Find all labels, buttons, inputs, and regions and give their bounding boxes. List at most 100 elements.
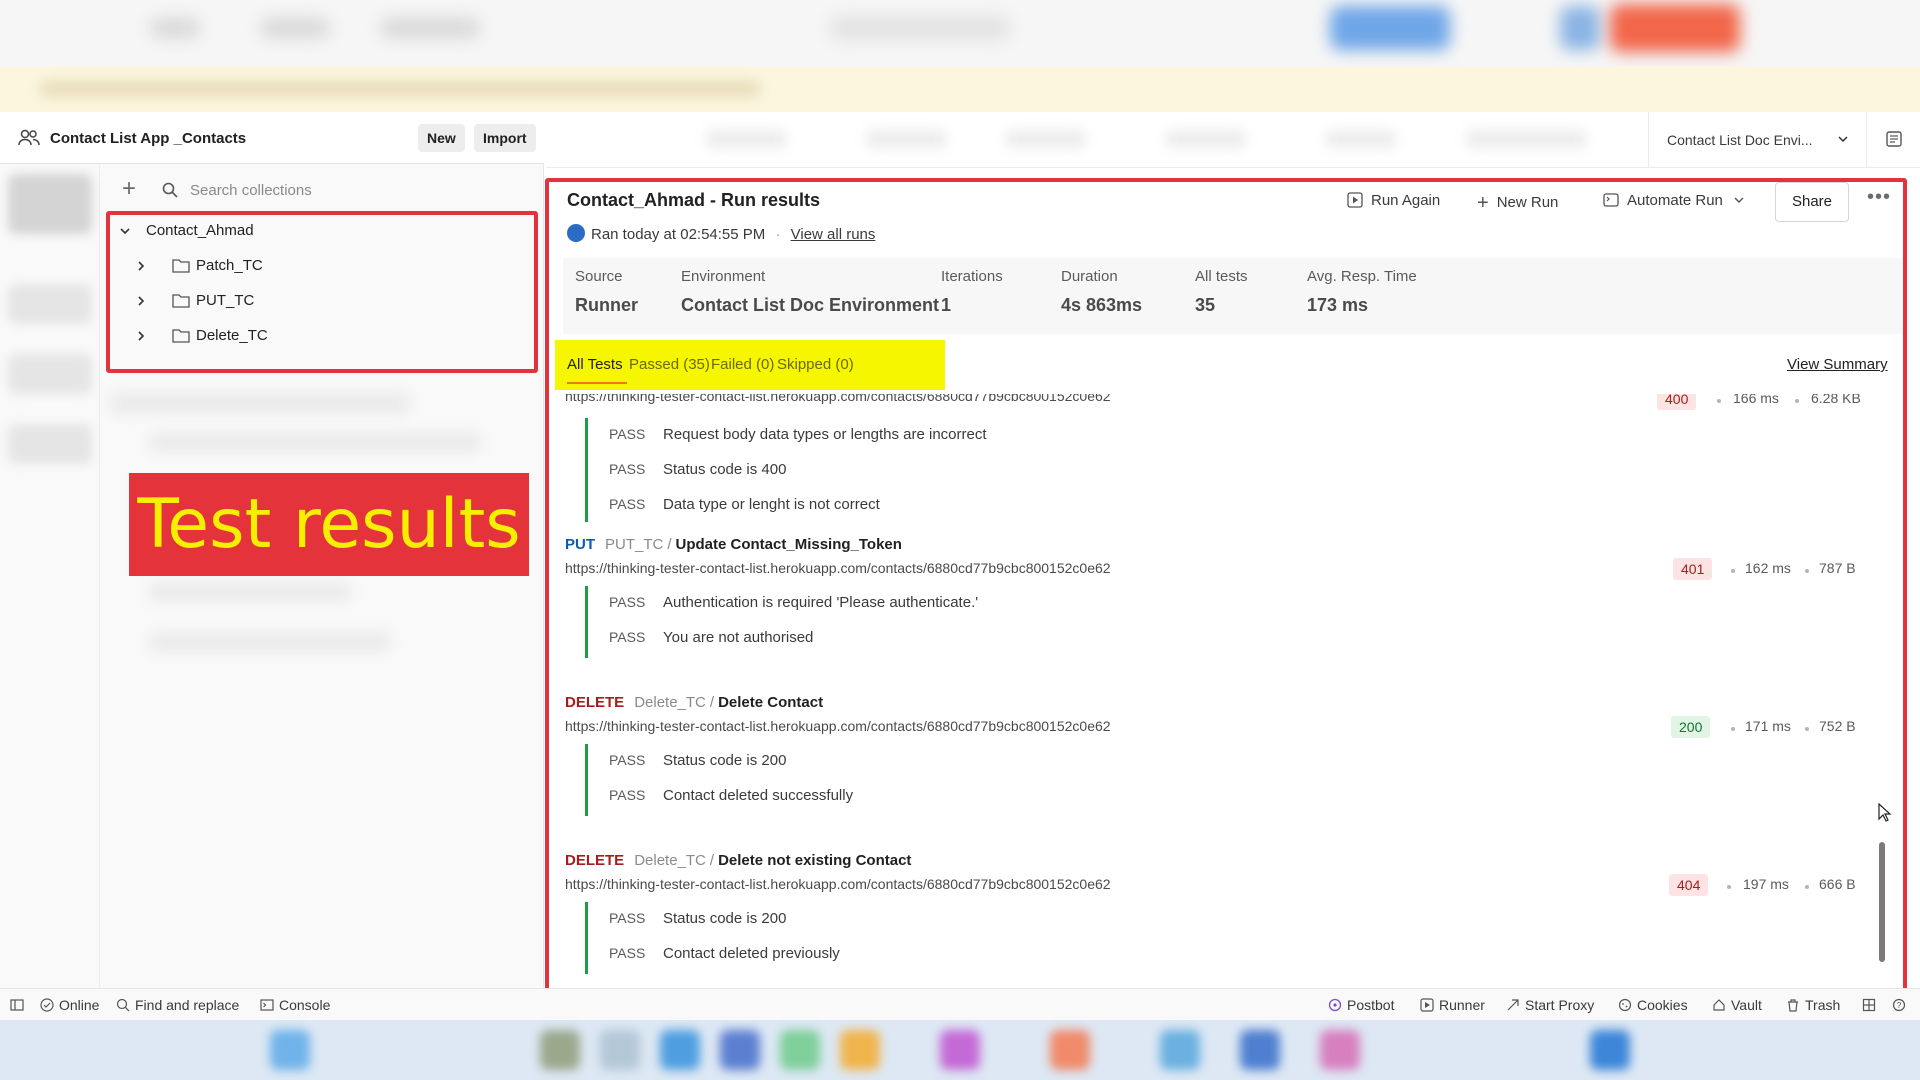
folder-name: PUT_TC — [196, 292, 255, 309]
request-url: https://thinking-tester-contact-list.her… — [565, 560, 1111, 576]
status-badge: 401 — [1673, 558, 1713, 580]
folder-item[interactable]: PUT_TC — [134, 286, 514, 316]
test-name: Authentication is required 'Please authe… — [663, 594, 979, 611]
folder-item[interactable]: Delete_TC — [134, 321, 514, 351]
test-name: Status code is 400 — [663, 461, 787, 478]
test-results-label: Test results — [129, 473, 529, 576]
new-button[interactable]: New — [418, 124, 465, 152]
folder-icon — [172, 294, 190, 308]
toggle-sidebar-button[interactable] — [10, 997, 29, 1013]
play-icon — [1347, 192, 1363, 208]
test-result: PASS — [609, 945, 646, 961]
start-proxy-button[interactable]: Start Proxy — [1506, 997, 1594, 1013]
environment-selector[interactable]: Contact List Doc Envi... — [1648, 112, 1866, 168]
tab-failed[interactable]: Failed (0) — [711, 356, 774, 373]
play-icon — [1420, 998, 1434, 1012]
run-meta: Ran today at 02:54:55 PM · View all runs — [567, 224, 875, 243]
request-folder: Delete_TC — [634, 694, 706, 711]
environment-quicklook-button[interactable] — [1866, 112, 1920, 168]
pass-bar — [585, 586, 588, 658]
stat-value: Runner — [575, 295, 638, 315]
cookies-button[interactable]: Cookies — [1618, 997, 1688, 1013]
method-label: DELETE — [565, 852, 625, 869]
new-run-label: New Run — [1496, 194, 1559, 211]
postbot-button[interactable]: Postbot — [1328, 997, 1394, 1013]
online-status[interactable]: Online — [40, 997, 99, 1013]
request-header[interactable]: DELETE Delete_TC / Delete Contact — [565, 694, 823, 711]
trash-button[interactable]: Trash — [1786, 997, 1840, 1013]
path-separator: / — [667, 536, 672, 553]
view-all-runs-link[interactable]: View all runs — [791, 226, 876, 243]
cookie-icon — [1618, 998, 1632, 1012]
collection-item[interactable]: Contact_Ahmad — [118, 216, 518, 246]
search-placeholder: Search collections — [190, 182, 312, 199]
help-icon: ? — [1892, 998, 1906, 1012]
search-input[interactable]: Search collections — [148, 174, 536, 206]
stat-label: Source — [575, 268, 623, 285]
search-icon — [116, 998, 130, 1012]
stat-label: All tests — [1195, 268, 1248, 285]
test-result: PASS — [609, 426, 646, 442]
vault-label: Vault — [1731, 997, 1762, 1013]
new-run-button[interactable]: + New Run — [1477, 192, 1558, 215]
test-result: PASS — [609, 461, 646, 477]
share-button[interactable]: Share — [1775, 182, 1849, 222]
test-row: PASS Contact deleted successfully — [609, 787, 853, 804]
scrollbar-thumb[interactable] — [1879, 842, 1885, 962]
grid-icon — [1862, 998, 1876, 1012]
folder-item[interactable]: Patch_TC — [134, 251, 514, 281]
test-name: Status code is 200 — [663, 752, 787, 769]
runner-icon — [567, 224, 585, 242]
check-circle-icon — [40, 998, 54, 1012]
separator-dot — [1805, 727, 1809, 731]
proxy-icon — [1507, 999, 1519, 1011]
layout-button[interactable] — [1862, 997, 1881, 1013]
request-url: https://thinking-tester-contact-list.her… — [565, 876, 1111, 892]
help-button[interactable]: ? — [1892, 997, 1911, 1013]
test-row: PASS Authentication is required 'Please a… — [609, 594, 978, 611]
run-results-panel: Contact_Ahmad - Run results Run Again + N… — [545, 178, 1907, 1018]
separator-dot — [1805, 569, 1809, 573]
tab-all-tests[interactable]: All Tests — [567, 356, 623, 373]
workspace-title: Contact List App _Contacts — [50, 130, 247, 147]
tab-skipped[interactable]: Skipped (0) — [777, 356, 854, 373]
test-result: PASS — [609, 910, 646, 926]
import-button[interactable]: Import — [474, 124, 536, 152]
filter-tabs: All Tests Passed (35) Failed (0) Skipped… — [555, 340, 945, 390]
runner-button[interactable]: Runner — [1420, 997, 1485, 1013]
add-collection-button[interactable]: + — [116, 177, 142, 203]
automate-run-label: Automate Run — [1627, 192, 1723, 209]
separator-dot — [1727, 885, 1731, 889]
stat-duration: Duration 4s 863ms — [1061, 268, 1142, 316]
response-time: 166 ms — [1733, 394, 1779, 406]
cookies-label: Cookies — [1637, 997, 1688, 1013]
test-name: Contact deleted successfully — [663, 787, 854, 804]
more-options-icon[interactable]: ••• — [1867, 186, 1891, 209]
status-bar: Online Find and replace Console Postbot … — [0, 988, 1920, 1020]
request-header[interactable]: PUT PUT_TC / Update Contact_Missing_Token — [565, 536, 902, 553]
test-row: PASS Status code is 200 — [609, 752, 786, 769]
chevron-right-icon — [138, 331, 145, 341]
mouse-cursor-icon — [1878, 803, 1892, 822]
automate-run-button[interactable]: Automate Run — [1603, 192, 1745, 209]
response-size: 787 B — [1819, 560, 1856, 576]
test-result: PASS — [609, 629, 646, 645]
tab-passed[interactable]: Passed (35) — [629, 356, 710, 373]
response-time: 197 ms — [1743, 876, 1789, 892]
response-size: 666 B — [1819, 876, 1856, 892]
vault-icon — [1713, 999, 1725, 1011]
stat-iterations: Iterations 1 — [941, 268, 1003, 316]
vault-button[interactable]: Vault — [1712, 997, 1762, 1013]
console-button[interactable]: Console — [260, 997, 330, 1013]
status-badge: 400 — [1657, 394, 1697, 410]
test-name: Request body data types or lengths are i… — [663, 426, 987, 443]
test-row: PASS Contact deleted previously — [609, 945, 840, 962]
status-badge: 404 — [1669, 874, 1709, 896]
status-badge: 200 — [1671, 716, 1711, 738]
run-again-button[interactable]: Run Again — [1347, 192, 1440, 209]
run-timestamp: Ran today at 02:54:55 PM — [591, 226, 766, 243]
request-header[interactable]: DELETE Delete_TC / Delete not existing Cont… — [565, 852, 911, 869]
chevron-down-icon — [1838, 136, 1848, 143]
find-replace-button[interactable]: Find and replace — [116, 997, 239, 1013]
view-summary-link[interactable]: View Summary — [1787, 356, 1888, 373]
